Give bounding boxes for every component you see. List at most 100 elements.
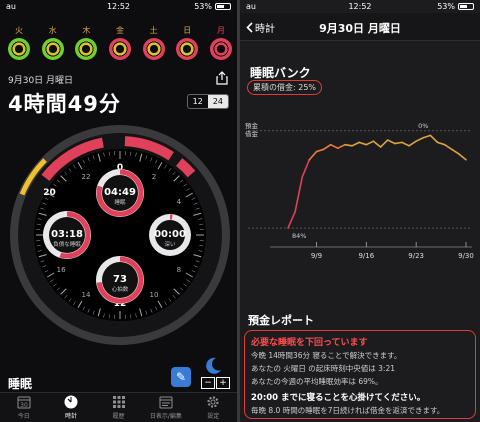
edit-pen-button[interactable]: ✎: [171, 367, 191, 387]
nav-bar: 時計 9月30日 月曜日: [240, 13, 480, 41]
chart-svg: 預金借金 0% 84% 9/9 9/16 9/23 9/30: [245, 121, 474, 260]
day-item[interactable]: 火: [4, 25, 34, 60]
day-item[interactable]: 木: [71, 25, 101, 60]
chart-line-segment: [415, 136, 425, 143]
chart-x-tick-label: 9/23: [408, 252, 424, 260]
chart-y-label: 預金: [245, 121, 259, 130]
chart-line-segment: [429, 134, 439, 144]
chart-y-label: 借金: [245, 129, 259, 138]
chart-line-segment: [315, 148, 325, 153]
hour-label: 10: [150, 291, 159, 299]
tab-label: 履歴: [112, 413, 125, 420]
chart-line-segment: [308, 150, 318, 161]
sleep-bank-title: 睡眠バンク: [250, 66, 311, 80]
day-label: 日: [183, 26, 192, 35]
zoom-out-button[interactable]: −: [201, 377, 215, 389]
week-day-rings: 火 水 木 金土 日 月: [4, 25, 236, 60]
chart-line-segment: [322, 143, 332, 151]
chart-line-segment: [379, 139, 389, 148]
chart-line-segment: [329, 143, 339, 149]
battery-indicator: 53%: [437, 2, 474, 11]
day-ring-icon: [142, 38, 165, 60]
day-label: 木: [82, 26, 91, 35]
day-label: 水: [48, 26, 57, 35]
tab-settings[interactable]: 設定: [190, 393, 237, 422]
sleep-dial[interactable]: 04:49睡眠: [96, 169, 144, 217]
section-title: 睡眠: [8, 377, 33, 391]
battery-indicator: 53%: [194, 2, 231, 11]
time-format-toggle[interactable]: 12 24: [186, 94, 229, 109]
chart-line-segment: [394, 141, 403, 145]
tab-label: 設定: [207, 413, 220, 420]
date-label: 9月30日 月曜日: [8, 76, 74, 86]
day-item[interactable]: 土: [139, 25, 169, 60]
hour-label: 8: [177, 266, 181, 274]
calendar-day-number: 30: [20, 402, 28, 409]
heart-rate-dial[interactable]: 73心拍数: [96, 256, 144, 304]
report-line-2: あなたの 火曜日 の起床時刻中央値は 3:21: [251, 364, 395, 373]
battery-icon: [458, 3, 474, 10]
hour-label: 16: [57, 266, 66, 274]
dial-value: 04:49: [104, 187, 136, 198]
chart-line-segment: [401, 141, 410, 147]
tab-label: 日表示/編集: [149, 413, 182, 420]
chart-x-tick-label: 9/30: [458, 252, 474, 260]
tab-day-edit[interactable]: 日表示/編集: [142, 393, 189, 422]
hour-label: 14: [82, 291, 91, 299]
tab-today[interactable]: 30 今日: [0, 393, 47, 422]
status-bar: au 12:52 53%: [0, 0, 237, 13]
accumulated-debt-label: 累積の借金: 25%: [247, 80, 323, 95]
day-item[interactable]: 水: [38, 25, 68, 60]
dial-label: 負債な睡眠: [53, 240, 81, 248]
hour-label: 2: [152, 173, 156, 181]
chart-line-segment: [408, 140, 417, 147]
format-12-option[interactable]: 12: [188, 95, 208, 108]
day-item[interactable]: 日: [172, 25, 202, 60]
hour-label: 4: [177, 198, 182, 206]
report-headline: 必要な睡眠を下回っています: [251, 338, 368, 348]
sleep-bank-screen: au 12:52 53% 時計 9月30日 月曜日 睡眠バンク 累積の借金: 2…: [240, 0, 480, 422]
share-icon[interactable]: [215, 71, 229, 85]
moon-icon: [206, 357, 221, 374]
report-box: 必要な睡眠を下回っています 今晩 14時間36分 寝ることで解決できます。 あな…: [244, 330, 476, 419]
calendar-edit-icon: [159, 396, 173, 409]
gear-icon: [207, 396, 219, 408]
dial-label: 心拍数: [112, 285, 129, 293]
clock-screen: au 12:52 53% 火 水 木 金 土 日 月 9月30日 月曜日 4時間49分 12…: [0, 0, 237, 422]
chart-x-tick-label: 9/16: [358, 252, 374, 260]
format-24-option[interactable]: 24: [207, 95, 228, 108]
sleep-bank-chart: 預金 借金 0% 84% 9/9 9/16 9/23 9/30: [240, 95, 480, 270]
zoom-in-button[interactable]: +: [216, 377, 230, 389]
bedtime-hour-label: 20: [43, 188, 56, 198]
debt-dial[interactable]: 03:18負債な睡眠: [43, 211, 91, 259]
chart-line-segment: [372, 140, 382, 148]
battery-percent: 53%: [194, 2, 212, 11]
tab-label: 今日: [17, 413, 30, 420]
day-ring-icon: [75, 38, 98, 60]
day-item[interactable]: 月: [206, 25, 236, 60]
chart-line-segment: [294, 176, 304, 213]
hour-label: 22: [82, 173, 91, 181]
chart-line-segment: [301, 158, 311, 178]
chart-line-segment: [365, 140, 375, 146]
report-line-3: あなたの今週の平均睡眠効率は 69%。: [251, 377, 383, 386]
battery-icon: [215, 3, 231, 10]
dial-value: 73: [113, 274, 127, 285]
dial-value: 03:18: [51, 229, 83, 240]
chart-line-segment: [351, 141, 360, 147]
day-label: 火: [15, 26, 23, 35]
deep-sleep-dial[interactable]: 00:00深い: [149, 214, 191, 256]
day-ring-icon: [8, 38, 30, 60]
tab-label: 時計: [65, 413, 78, 420]
sleep-clock[interactable]: 024681012141618222004:49睡眠03:18負債な睡眠00:0…: [7, 122, 233, 348]
chart-line-segment: [344, 143, 353, 147]
day-item[interactable]: 金: [105, 25, 135, 60]
tab-history[interactable]: 履歴: [95, 393, 142, 422]
day-ring-icon: [41, 38, 64, 60]
calendar-30-icon: 30: [17, 396, 31, 409]
tab-clock[interactable]: 時計: [47, 393, 94, 422]
chart-line-segment: [358, 141, 368, 146]
report-title: 預金レポート: [248, 314, 314, 327]
chart-line-segment: [450, 148, 460, 155]
clock-dial: 024681012141618222004:49睡眠03:18負債な睡眠00:0…: [10, 125, 230, 345]
